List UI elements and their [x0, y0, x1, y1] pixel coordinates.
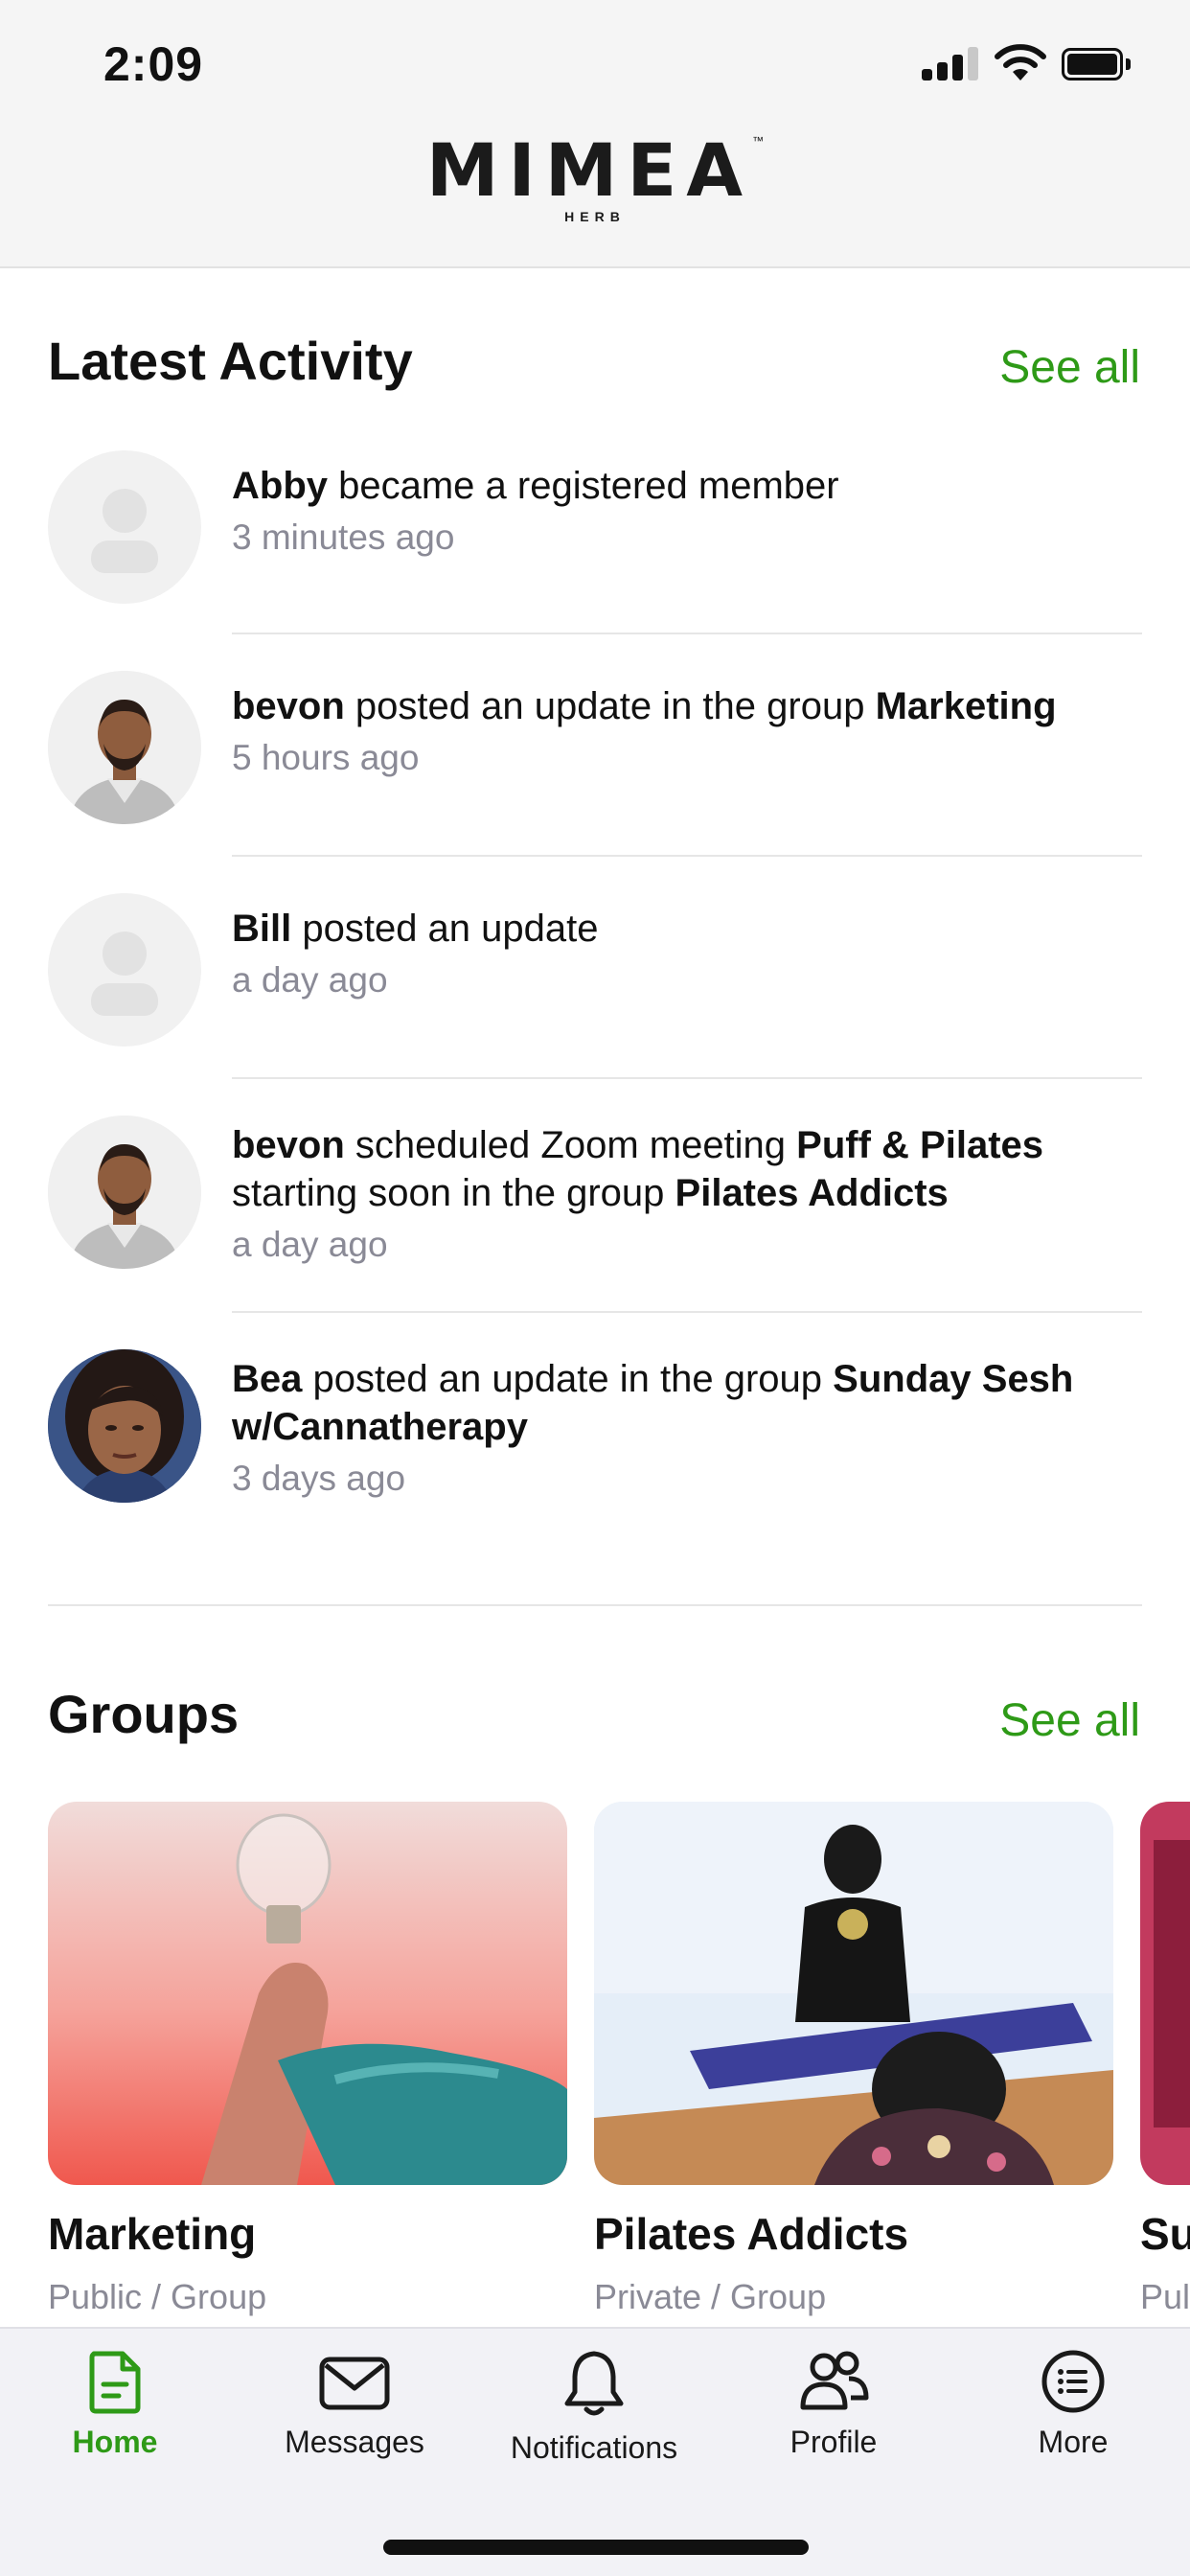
home-indicator[interactable]	[383, 2540, 809, 2555]
activity-time: 5 hours ago	[232, 738, 420, 777]
group-meta: Pul	[1140, 2277, 1190, 2316]
menu-list-icon	[1041, 2350, 1105, 2413]
activity-actor[interactable]: bevon	[232, 685, 345, 727]
tab-label: Home	[72, 2425, 158, 2459]
group-card-sunday-sesh[interactable]	[1140, 1802, 1190, 2185]
bevon-avatar[interactable]	[48, 671, 201, 824]
activity-divider	[232, 855, 1142, 857]
activity-text: bevon posted an update in the group Mark…	[232, 682, 1152, 730]
wifi-icon	[995, 44, 1046, 80]
envelope-icon	[319, 2357, 390, 2410]
group-card-marketing[interactable]	[48, 1802, 567, 2185]
tab-messages[interactable]: Messages	[249, 2348, 460, 2492]
latest-activity-title: Latest Activity	[48, 331, 413, 391]
activity-divider	[232, 632, 1142, 634]
bell-icon	[564, 2351, 624, 2416]
group-name[interactable]: Marketing	[48, 2208, 256, 2260]
logo-subtitle: HERB	[564, 209, 626, 224]
status-time: 2:09	[103, 37, 204, 91]
group-meta: Public / Group	[48, 2277, 267, 2316]
activity-divider	[232, 1077, 1142, 1079]
activity-actor[interactable]: Bill	[232, 908, 291, 950]
tab-label: Messages	[285, 2425, 424, 2459]
placeholder-avatar[interactable]	[48, 893, 201, 1046]
cellular-signal-icon	[922, 46, 981, 80]
people-icon	[800, 2351, 869, 2410]
activity-description: posted an update in the group	[344, 685, 876, 727]
activity-description: scheduled Zoom meeting	[344, 1124, 797, 1166]
activity-target-meeting[interactable]: Puff & Pilates	[796, 1124, 1043, 1166]
activity-description: became a registered member	[328, 465, 839, 507]
tab-more[interactable]: More	[968, 2348, 1179, 2492]
group-card-pilates-addicts[interactable]	[594, 1802, 1113, 2185]
activity-divider	[232, 1311, 1142, 1313]
activity-actor[interactable]: Bea	[232, 1358, 302, 1400]
logo-wordmark: MIMEA	[425, 127, 753, 213]
tab-label: Notifications	[510, 2430, 678, 2465]
group-meta: Private / Group	[594, 2277, 827, 2316]
activity-text: bevon scheduled Zoom meeting Puff & Pila…	[232, 1121, 1152, 1217]
activity-time: 3 minutes ago	[232, 518, 455, 557]
activity-description: posted an update in the group	[302, 1358, 834, 1400]
tab-label: Profile	[790, 2425, 878, 2459]
bea-avatar[interactable]	[48, 1349, 201, 1503]
activity-see-all-link[interactable]: See all	[999, 341, 1140, 394]
battery-icon	[1062, 48, 1131, 80]
activity-description: posted an update	[291, 908, 599, 950]
group-cover-image	[48, 1802, 567, 2185]
activity-text: Abby became a registered member	[232, 462, 1152, 510]
top-bar: 2:09 MIMEA™ HERB	[0, 0, 1190, 268]
activity-time: a day ago	[232, 1225, 388, 1264]
tab-label: More	[1038, 2425, 1109, 2459]
activity-text: Bea posted an update in the group Sunday…	[232, 1355, 1152, 1451]
document-icon	[89, 2351, 141, 2414]
app-logo: MIMEA™ HERB	[0, 134, 1190, 225]
tab-home[interactable]: Home	[10, 2348, 220, 2492]
tab-notifications[interactable]: Notifications	[489, 2348, 699, 2492]
activity-actor[interactable]: Abby	[232, 465, 328, 507]
placeholder-avatar[interactable]	[48, 450, 201, 604]
bottom-tab-bar: Home Messages Notifications Profile More	[0, 2327, 1190, 2576]
group-name[interactable]: Pilates Addicts	[594, 2208, 908, 2260]
section-divider	[48, 1604, 1142, 1606]
activity-actor[interactable]: bevon	[232, 1124, 345, 1166]
activity-text: Bill posted an update	[232, 905, 1152, 953]
groups-title: Groups	[48, 1684, 240, 1744]
tab-profile[interactable]: Profile	[728, 2348, 939, 2492]
activity-target-group[interactable]: Marketing	[876, 685, 1057, 727]
group-cover-image	[1140, 1802, 1190, 2185]
activity-time: 3 days ago	[232, 1459, 406, 1498]
groups-see-all-link[interactable]: See all	[999, 1694, 1140, 1747]
group-name[interactable]: Su	[1140, 2208, 1190, 2260]
activity-time: a day ago	[232, 960, 388, 1000]
logo-trademark: ™	[752, 134, 765, 148]
group-cover-image	[594, 1802, 1113, 2185]
bevon-avatar[interactable]	[48, 1116, 201, 1269]
activity-description: starting soon in the group	[232, 1172, 675, 1214]
activity-target-group[interactable]: Pilates Addicts	[675, 1172, 949, 1214]
